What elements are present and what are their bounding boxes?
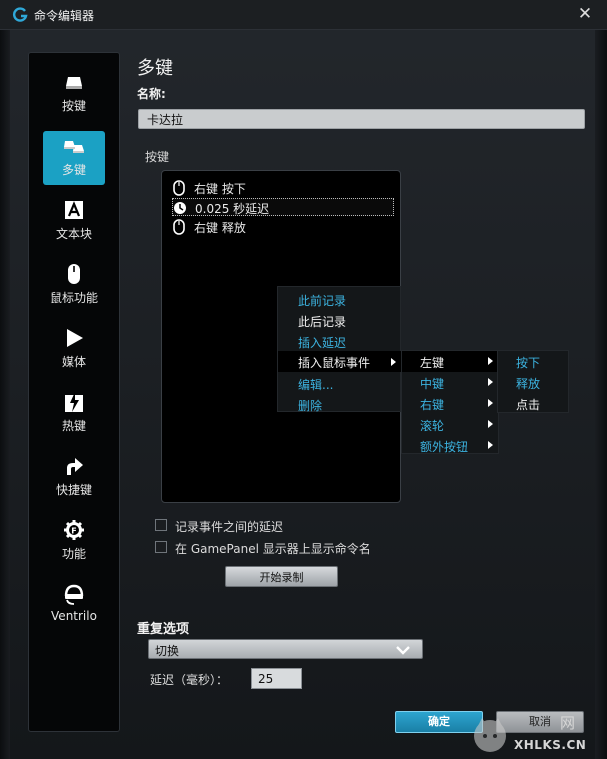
sidebar-item-ventrilo[interactable]: Ventrilo [43,579,105,633]
sidebar-item-label: 功能 [61,547,86,561]
sidebar: 按键 多键 文本块 鼠标功能 媒体 热键 快捷键 F 功能 Ventrilo [28,52,120,732]
delay-label: 延迟（毫秒）： [150,673,229,687]
mouse-submenu: 左键 中键 右键 滚轮 额外按钮 [401,350,500,455]
menu-item-middle-button[interactable]: 中键 [420,375,444,392]
event-text: 右键 按下 [194,182,246,196]
right-backdrop [595,30,607,759]
action-submenu: 按下 释放 点击 [497,350,569,413]
clock-icon [174,202,186,214]
menu-item-press[interactable]: 按下 [516,354,540,371]
submenu-arrow-icon [488,399,493,407]
sidebar-item-label: 多键 [61,163,86,177]
chevron-down-icon [396,646,410,655]
list-item[interactable]: 右键 释放 [172,218,394,236]
close-icon[interactable]: ✕ [576,5,594,23]
hotkey-icon [65,392,83,412]
list-item[interactable]: 0.025 秒延迟 [172,198,394,216]
menu-item-insert-mouse-event[interactable]: 插入鼠标事件 [278,351,402,372]
record-delay-checkbox[interactable] [155,519,167,531]
page-title: 多键 [137,58,173,79]
menu-item-click[interactable]: 点击 [516,396,540,413]
record-delay-label: 记录事件之间的延迟 [175,520,284,534]
submenu-arrow-icon [488,420,493,428]
menu-item-release[interactable]: 释放 [516,375,540,392]
key-icon [66,77,82,89]
submenu-arrow-icon [488,441,493,449]
sidebar-item-label: 快捷键 [55,483,92,497]
sidebar-item-mouse[interactable]: 鼠标功能 [43,259,105,313]
menu-item-insert-delay[interactable]: 插入延迟 [298,334,346,351]
sidebar-item-hotkey[interactable]: 热键 [43,387,105,441]
sidebar-item-label: 鼠标功能 [49,291,98,305]
shortcut-arrow-icon [67,458,83,475]
sidebar-item-multikey[interactable]: 多键 [43,131,105,185]
sidebar-item-function[interactable]: F 功能 [43,515,105,569]
mouse-icon [173,219,185,235]
function-gear-icon: F [64,520,84,540]
event-text: 右键 释放 [194,221,246,235]
multikey-icon [64,141,84,153]
mouse-icon [173,180,185,196]
show-name-label: 在 GamePanel 显示器上显示命令名 [175,542,371,556]
menu-item-record-after[interactable]: 此后记录 [298,313,346,330]
command-editor-window: 命令编辑器 ✕ 按键 多键 文本块 鼠标功能 媒体 热键 快捷键 F 功能 Ve… [0,0,607,759]
menu-item-delete[interactable]: 删除 [298,397,322,414]
list-item[interactable]: 右键 按下 [172,179,394,197]
sidebar-item-label: Ventrilo [51,609,97,623]
sidebar-item-shortcut[interactable]: 快捷键 [43,451,105,505]
mouse-icon [68,264,80,284]
menu-item-edit[interactable]: 编辑... [298,376,333,393]
sidebar-item-label: 热键 [61,419,86,433]
event-text: 0.025 秒延迟 [195,202,270,216]
sidebar-item-label: 媒体 [61,355,86,369]
menu-item-right-button[interactable]: 右键 [420,396,444,413]
repeat-select[interactable]: 切换 [148,639,423,659]
start-recording-button[interactable]: 开始录制 [225,566,338,587]
play-icon [67,329,83,347]
submenu-arrow-icon [391,358,396,366]
delay-input[interactable] [251,668,302,689]
submenu-arrow-icon [488,357,493,365]
name-label: 名称: [137,87,166,101]
repeat-select-value: 切换 [155,644,180,658]
watermark-text: XHLKS.CN [514,738,587,752]
menu-item-wheel[interactable]: 滚轮 [420,417,444,434]
sidebar-item-key[interactable]: 按键 [43,67,105,121]
left-backdrop [0,30,10,759]
menu-item-record-before[interactable]: 此前记录 [298,292,346,309]
menu-item-label: 插入鼠标事件 [298,356,371,370]
headset-icon [64,584,84,605]
submenu-arrow-icon [488,378,493,386]
text-block-icon [65,201,83,219]
menu-item-extra-button[interactable]: 额外按钮 [420,438,468,455]
context-menu: 此前记录 此后记录 插入延迟 插入鼠标事件 编辑... 删除 [277,286,402,414]
sidebar-item-label: 按键 [61,99,86,113]
sidebar-item-text-block[interactable]: 文本块 [43,195,105,249]
window-title: 命令编辑器 [34,9,95,23]
show-name-checkbox[interactable] [155,541,167,553]
ok-button[interactable]: 确定 [395,711,483,733]
svg-text:F: F [71,527,76,536]
watermark-cn: 网 [560,714,576,732]
sidebar-item-media[interactable]: 媒体 [43,323,105,377]
menu-item-label: 左键 [420,356,445,370]
titlebar: 命令编辑器 ✕ [0,0,607,30]
sidebar-item-label: 文本块 [55,227,92,241]
name-input[interactable] [138,109,585,129]
logitech-g-icon [13,7,28,22]
keys-label: 按键 [145,150,170,164]
menu-item-left-button[interactable]: 左键 [402,351,500,372]
repeat-options-label: 重复选项 [137,622,190,637]
